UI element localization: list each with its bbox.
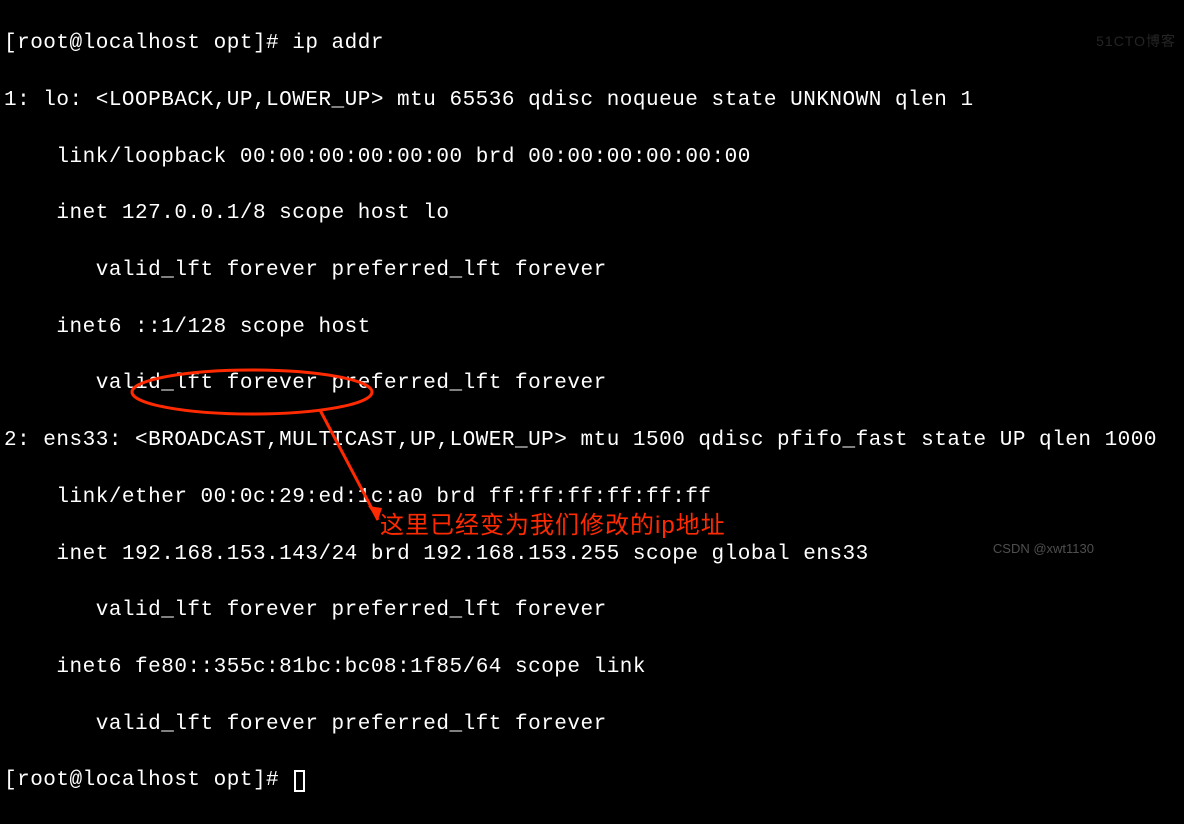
watermark-text: CSDN @xwt1130	[993, 540, 1094, 558]
shell-prompt: [root@localhost opt]#	[4, 32, 292, 55]
cursor-icon[interactable]	[294, 770, 305, 792]
terminal-output[interactable]: [root@localhost opt]# ip addr 1: lo: <LO…	[4, 2, 1180, 824]
watermark-text: 51CTO博客	[1096, 32, 1176, 51]
output-line: link/ether 00:0c:29:ed:1c:a0 brd ff:ff:f…	[4, 484, 1180, 512]
command-text: ip addr	[292, 32, 384, 55]
output-line: valid_lft forever preferred_lft forever	[4, 711, 1180, 739]
output-line: inet6 ::1/128 scope host	[4, 314, 1180, 342]
output-line: valid_lft forever preferred_lft forever	[4, 370, 1180, 398]
output-line: link/loopback 00:00:00:00:00:00 brd 00:0…	[4, 144, 1180, 172]
output-line: inet 127.0.0.1/8 scope host lo	[4, 200, 1180, 228]
highlighted-ip: 192.168.153.143	[122, 543, 319, 566]
output-line: inet6 fe80::355c:81bc:bc08:1f85/64 scope…	[4, 654, 1180, 682]
annotation-label: 这里已经变为我们修改的ip地址	[380, 510, 726, 542]
shell-prompt: [root@localhost opt]#	[4, 769, 292, 792]
output-line: 1: lo: <LOOPBACK,UP,LOWER_UP> mtu 65536 …	[4, 87, 1180, 115]
output-line: 2: ens33: <BROADCAST,MULTICAST,UP,LOWER_…	[4, 427, 1180, 455]
output-line: valid_lft forever preferred_lft forever	[4, 597, 1180, 625]
output-line: valid_lft forever preferred_lft forever	[4, 257, 1180, 285]
